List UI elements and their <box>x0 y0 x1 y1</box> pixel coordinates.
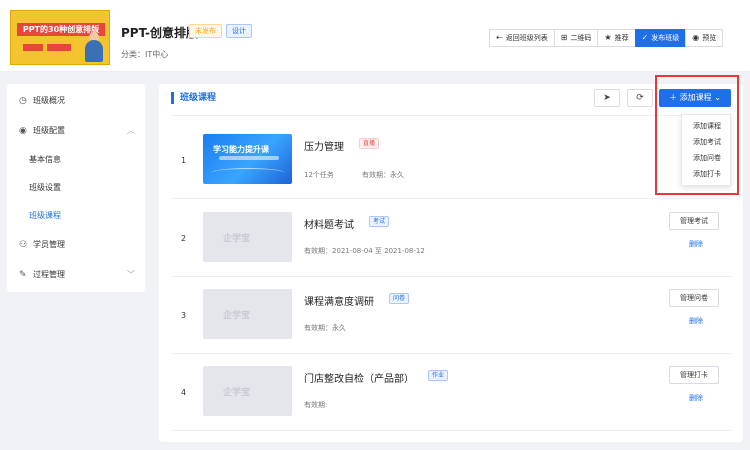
eye-icon: ◉ <box>692 33 700 42</box>
qrcode-icon: ⊞ <box>560 33 568 42</box>
preview-button[interactable]: ◉ 预览 <box>685 29 724 47</box>
status-badge: 未发布 <box>189 24 222 38</box>
divider <box>171 115 731 116</box>
page-title: PPT-创意排版 <box>121 26 198 40</box>
sidebar-item-label: 学员管理 <box>33 240 65 249</box>
return-to-list-label: 返回班级列表 <box>505 34 548 42</box>
sidebar-item-class-settings[interactable]: 班级设置 <box>7 175 145 201</box>
cover-logo: 企学宝 <box>223 311 251 321</box>
row-index: 2 <box>181 234 187 243</box>
sidebar-item-basic-info[interactable]: 基本信息 <box>7 147 145 173</box>
send-button[interactable]: ➤ <box>594 89 620 107</box>
sidebar-item-overview[interactable]: ◷ 班级概况 <box>7 88 145 114</box>
class-header: PPT的30种创意排版 PPT-创意排版 未发布 设计 分类：IT中心 ⇠ 返回… <box>0 0 750 72</box>
thumbnail-decoration <box>23 44 43 51</box>
publish-class-button[interactable]: ✓ 发布班级 <box>634 29 687 47</box>
star-icon: ★ <box>604 33 612 42</box>
section-title: 班级课程 <box>171 92 216 104</box>
sidebar-item-label: 班级配置 <box>33 126 65 135</box>
manage-checkin-button[interactable]: 管理打卡 <box>669 366 719 384</box>
row-index: 4 <box>181 388 187 397</box>
settings-icon: ◉ <box>19 126 27 136</box>
recommend-button[interactable]: ★ 推荐 <box>597 29 636 47</box>
table-row: 4 企学宝 门店整改自检（产品部） 作业 有效期: 管理打卡 删除 <box>171 354 731 431</box>
sidebar-item-label: 基本信息 <box>29 155 61 164</box>
category: 分类：IT中心 <box>121 49 168 60</box>
check-icon: ✓ <box>641 33 649 42</box>
course-name[interactable]: 压力管理 <box>304 138 344 153</box>
refresh-icon: ⟳ <box>636 93 644 103</box>
course-thumbnail: PPT的30种创意排版 <box>10 10 110 65</box>
course-cover[interactable]: 企学宝 <box>203 289 292 339</box>
edit-icon: ✎ <box>19 270 27 280</box>
category-label: 分类： <box>121 50 145 59</box>
recommend-label: 推荐 <box>614 34 629 42</box>
thumbnail-decoration <box>47 44 71 51</box>
manage-survey-button[interactable]: 管理问卷 <box>669 289 719 307</box>
delete-link[interactable]: 删除 <box>689 239 703 249</box>
return-icon: ⇠ <box>496 33 503 42</box>
course-cover[interactable]: 企学宝 <box>203 212 292 262</box>
cover-decoration <box>211 168 285 178</box>
sidebar-item-student-management[interactable]: ⚇ 学员管理 <box>7 232 145 258</box>
course-name[interactable]: 材料题考试 <box>304 216 354 231</box>
validity: 有效期：永久 <box>304 324 346 332</box>
validity: 有效期：永久 <box>362 171 404 179</box>
validity: 有效期: <box>304 401 328 409</box>
sidebar-item-label: 班级课程 <box>29 211 61 220</box>
chevron-down-icon: ﹀ <box>127 270 135 279</box>
category-value: IT中心 <box>145 50 169 59</box>
sidebar-item-class-courses[interactable]: 班级课程 <box>7 203 145 229</box>
cover-logo: 企学宝 <box>223 234 251 244</box>
publish-class-label: 发布班级 <box>651 34 680 42</box>
course-cover[interactable]: 学习能力提升课 <box>203 134 292 184</box>
cover-logo: 企学宝 <box>223 388 251 398</box>
send-icon: ➤ <box>603 93 611 103</box>
course-name[interactable]: 门店整改自检（产品部） <box>304 370 414 385</box>
row-index: 3 <box>181 311 187 320</box>
overview-icon: ◷ <box>19 96 27 106</box>
sidebar-item-label: 班级概况 <box>33 96 65 105</box>
task-count: 12个任务 <box>304 171 334 179</box>
table-row: 1 学习能力提升课 压力管理 直播 12个任务 有效期：永久 <box>171 122 731 199</box>
sidebar-item-label: 班级设置 <box>29 183 61 192</box>
cover-decoration <box>219 156 279 160</box>
header-actions: ⇠ 返回班级列表 ⊞ 二维码 ★ 推荐 ✓ 发布班级 ◉ 预览 <box>489 29 724 47</box>
sidebar-item-class-config[interactable]: ◉ 班级配置 ︿ <box>7 118 145 144</box>
thumbnail-figure <box>85 40 103 62</box>
sidebar-item-process-management[interactable]: ✎ 过程管理 ﹀ <box>7 262 145 288</box>
refresh-button[interactable]: ⟳ <box>627 89 653 107</box>
sidebar-item-label: 过程管理 <box>33 270 65 279</box>
manage-exam-button[interactable]: 管理考试 <box>669 212 719 230</box>
survey-tag: 问卷 <box>389 293 410 304</box>
preview-label: 预览 <box>702 34 717 42</box>
chevron-up-icon: ︿ <box>127 126 135 135</box>
live-tag: 直播 <box>359 138 380 149</box>
return-to-list-button[interactable]: ⇠ 返回班级列表 <box>489 29 555 47</box>
exam-tag: 考试 <box>369 216 390 227</box>
table-row: 3 企学宝 课程满意度调研 问卷 有效期：永久 管理问卷 删除 <box>171 277 731 354</box>
type-badge: 设计 <box>226 24 252 38</box>
row-index: 1 <box>181 156 187 165</box>
user-icon: ⚇ <box>19 240 28 250</box>
course-cover[interactable]: 企学宝 <box>203 366 292 416</box>
cover-title: 学习能力提升课 <box>213 145 269 154</box>
table-row: 2 企学宝 材料题考试 考试 有效期：2021-08-04 至 2021-08-… <box>171 200 731 277</box>
course-name[interactable]: 课程满意度调研 <box>304 293 374 308</box>
highlight-box <box>655 75 739 195</box>
assignment-tag: 作业 <box>428 370 449 381</box>
qrcode-button[interactable]: ⊞ 二维码 <box>553 29 599 47</box>
delete-link[interactable]: 删除 <box>689 316 703 326</box>
delete-link[interactable]: 删除 <box>689 393 703 403</box>
sidebar: ◷ 班级概况 ◉ 班级配置 ︿ 基本信息 班级设置 班级课程 ⚇ 学员管理 ✎ … <box>7 84 145 292</box>
validity: 有效期：2021-08-04 至 2021-08-12 <box>304 247 425 255</box>
qrcode-label: 二维码 <box>570 34 592 42</box>
